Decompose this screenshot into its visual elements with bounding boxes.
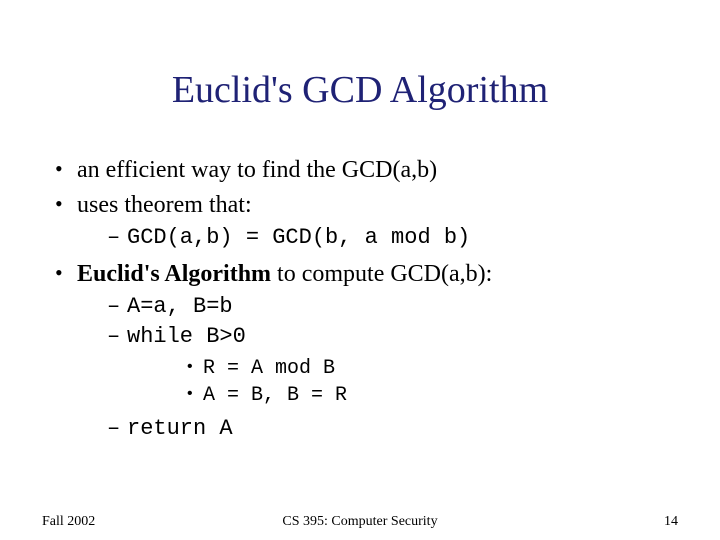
slide-body: an efficient way to find the GCD(a,b) us… [55,155,675,449]
sub-text: A=a, B=b [127,294,233,319]
subsub-text: R = A mod B [203,357,335,380]
sub-list: A=a, B=b while B>0 R = A mod B A = B, B … [77,293,675,443]
sub-item: A=a, B=b [107,293,675,321]
sub-text: return A [127,416,233,441]
sub-text: while B>0 [127,324,246,349]
bullet-text: uses theorem that: [77,192,252,218]
sub-text: GCD(a,b) = GCD(b, a mod b) [127,225,470,250]
subsub-list: R = A mod B A = B, B = R [127,356,675,409]
bullet-item: uses theorem that: GCD(a,b) = GCD(b, a m… [55,190,675,253]
subsub-item: A = B, B = R [185,383,675,409]
sub-item: return A [107,415,675,443]
footer-right: 14 [664,514,678,530]
bullet-text-bold: Euclid's Algorithm [77,261,271,287]
slide: Euclid's GCD Algorithm an efficient way … [0,0,720,540]
sub-item: GCD(a,b) = GCD(b, a mod b) [107,224,675,252]
bullet-text: an efficient way to find the GCD(a,b) [77,157,437,183]
sub-item: while B>0 R = A mod B A = B, B = R [107,323,675,408]
subsub-item: R = A mod B [185,356,675,382]
bullet-item: Euclid's Algorithm to compute GCD(a,b): … [55,259,675,443]
bullet-item: an efficient way to find the GCD(a,b) [55,155,675,186]
sub-list: GCD(a,b) = GCD(b, a mod b) [77,224,675,252]
footer-center: CS 395: Computer Security [0,514,720,530]
slide-title: Euclid's GCD Algorithm [0,68,720,112]
subsub-text: A = B, B = R [203,384,347,407]
bullet-list: an efficient way to find the GCD(a,b) us… [55,155,675,443]
bullet-text: to compute GCD(a,b): [271,261,492,287]
